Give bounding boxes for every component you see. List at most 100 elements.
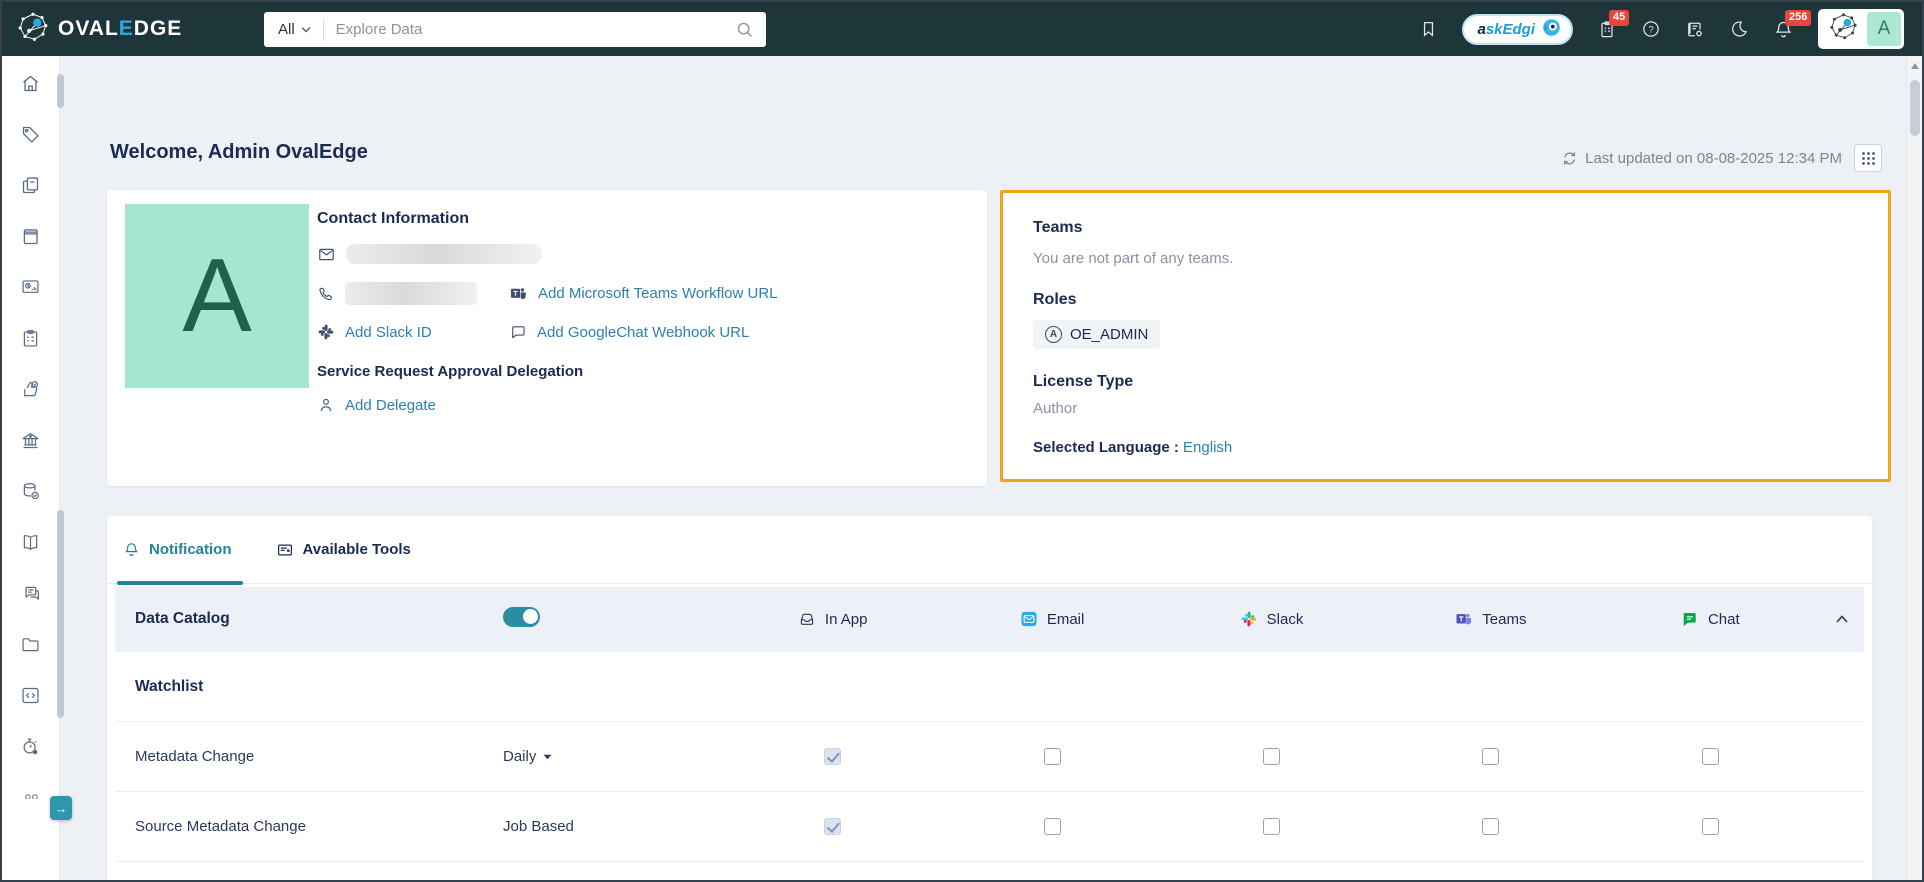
contact-information-title: Contact Information xyxy=(317,210,469,227)
bell-icon xyxy=(125,543,138,556)
sidebar-catalog-icon[interactable] xyxy=(20,226,41,247)
bookmark-icon[interactable] xyxy=(1419,19,1438,39)
in-app-checkbox[interactable] xyxy=(824,748,842,765)
sidebar-tasks-icon[interactable] xyxy=(20,328,41,349)
schedule-label: Job Based xyxy=(503,818,574,835)
google-chat-icon xyxy=(1683,613,1696,626)
sidebar-users-icon[interactable] xyxy=(20,787,41,799)
contact-information-card: A Contact Information Add Microsoft Team… xyxy=(107,190,987,486)
search-scope-dropdown[interactable]: All xyxy=(264,21,323,38)
sidebar-scrollbar-thumb[interactable] xyxy=(57,510,64,718)
sidebar-documents-icon[interactable] xyxy=(20,175,41,196)
sidebar-scrollbar-thumb[interactable] xyxy=(57,74,64,108)
page-header-actions: Last updated on 08-08-2025 12:34 PM xyxy=(1561,144,1882,172)
tools-card-icon xyxy=(277,544,292,555)
selected-language-value[interactable]: English xyxy=(1183,439,1232,456)
sidebar-glossary-icon[interactable] xyxy=(20,532,41,553)
left-sidebar xyxy=(2,56,60,880)
teams-icon xyxy=(1456,613,1472,625)
alerts-badge: 256 xyxy=(1785,9,1812,26)
slack-checkbox[interactable] xyxy=(1262,818,1280,835)
chevron-up-icon xyxy=(1836,615,1848,623)
email-icon xyxy=(1021,611,1037,627)
dark-mode-moon-icon[interactable] xyxy=(1729,19,1749,39)
collapse-section-chevron[interactable] xyxy=(1820,614,1864,624)
refresh-icon[interactable] xyxy=(1561,150,1578,167)
search-input[interactable] xyxy=(323,21,735,38)
inbox-icon xyxy=(800,613,814,625)
release-notes-icon[interactable] xyxy=(1685,19,1705,40)
teams-roles-panel: Teams You are not part of any teams. Rol… xyxy=(1000,190,1891,482)
phone-row xyxy=(317,282,509,305)
page-scrollbar[interactable] xyxy=(1906,56,1922,880)
email-row xyxy=(317,244,967,264)
sidebar-data-quality-icon[interactable] xyxy=(20,481,41,502)
data-catalog-toggle[interactable] xyxy=(503,606,540,627)
sidebar-collaboration-icon[interactable] xyxy=(20,583,41,604)
navbar-actions: askEdgi 45 ? 256 A xyxy=(1419,2,1904,56)
profile-menu[interactable]: A xyxy=(1818,9,1904,49)
license-type-title: License Type xyxy=(1033,373,1134,390)
email-checkbox[interactable] xyxy=(1043,818,1061,835)
notification-settings-card: Notification Available Tools Data Catalo… xyxy=(107,516,1872,880)
user-avatar[interactable]: A xyxy=(1867,12,1901,46)
email-redacted xyxy=(346,244,542,264)
top-navbar: OVALEDGE All askEdgi xyxy=(2,2,1922,56)
add-slack-id-link[interactable]: Add Slack ID xyxy=(345,324,432,341)
column-header-teams: Teams xyxy=(1381,610,1600,628)
mail-icon xyxy=(319,248,334,260)
google-chat-row: Add GoogleChat Webhook URL xyxy=(509,323,967,341)
service-desk-icon[interactable]: 45 xyxy=(1597,9,1630,40)
schedule-dropdown[interactable]: Daily xyxy=(503,748,552,765)
teams-checkbox[interactable] xyxy=(1482,818,1500,835)
chat-checkbox[interactable] xyxy=(1701,748,1719,765)
sidebar-home-icon[interactable] xyxy=(20,73,41,94)
notification-type-label: Source Metadata Change xyxy=(135,818,306,835)
notifications-bell-icon[interactable]: 256 xyxy=(1773,9,1812,40)
sidebar-query-sheet-icon[interactable] xyxy=(20,685,41,706)
add-delegate-link[interactable]: Add Delegate xyxy=(345,397,436,414)
person-icon xyxy=(320,398,332,412)
scroll-up-arrow[interactable] xyxy=(1911,63,1919,69)
roles-title: Roles xyxy=(1033,291,1077,308)
help-icon[interactable]: ? xyxy=(1641,19,1661,39)
teams-title: Teams xyxy=(1033,219,1083,236)
add-teams-workflow-link[interactable]: Add Microsoft Teams Workflow URL xyxy=(538,285,778,302)
section-label: Watchlist xyxy=(135,677,204,695)
sidebar-projects-icon[interactable] xyxy=(20,634,41,655)
ovaledge-mark-icon xyxy=(1828,11,1859,47)
chat-checkbox[interactable] xyxy=(1701,818,1719,835)
sidebar-tags-icon[interactable] xyxy=(20,124,41,145)
sidebar-governance-icon[interactable] xyxy=(20,430,41,451)
apps-grid-button[interactable] xyxy=(1854,144,1882,172)
brand-wordmark: OVALEDGE xyxy=(58,17,183,40)
sidebar-reports-icon[interactable] xyxy=(20,277,41,298)
tab-notification[interactable]: Notification xyxy=(123,516,232,583)
profile-avatar-large: A xyxy=(125,204,309,388)
sidebar-expand-button[interactable]: → xyxy=(50,796,72,820)
teams-checkbox[interactable] xyxy=(1482,748,1500,765)
slack-row: Add Slack ID xyxy=(317,323,509,341)
add-gchat-webhook-link[interactable]: Add GoogleChat Webhook URL xyxy=(537,324,749,341)
ask-edgi-button[interactable]: askEdgi xyxy=(1462,13,1573,45)
tab-available-tools[interactable]: Available Tools xyxy=(276,516,411,583)
sidebar-approvals-icon[interactable] xyxy=(20,379,41,400)
sidebar-scheduler-icon[interactable] xyxy=(20,736,41,757)
scrollbar-thumb[interactable] xyxy=(1910,80,1920,136)
column-header-email: Email xyxy=(942,610,1161,628)
search-icon[interactable] xyxy=(735,20,754,39)
teams-empty-text: You are not part of any teams. xyxy=(1033,250,1234,267)
ovaledge-logo[interactable]: OVALEDGE xyxy=(16,10,182,49)
chat-bubble-icon xyxy=(512,326,525,339)
caret-down-icon xyxy=(543,754,552,759)
edgi-mascot-icon xyxy=(1541,17,1562,41)
delegation-title: Service Request Approval Delegation xyxy=(317,363,584,380)
slack-checkbox[interactable] xyxy=(1262,748,1280,765)
in-app-checkbox[interactable] xyxy=(824,818,842,835)
notification-table: Data Catalog In App Email Slack Teams Ch… xyxy=(115,587,1864,880)
table-row-source-metadata-change: Source Metadata Change Job Based xyxy=(115,791,1864,861)
email-checkbox[interactable] xyxy=(1043,748,1061,765)
app-window: OVALEDGE All askEdgi xyxy=(0,0,1924,882)
role-name: OE_ADMIN xyxy=(1070,326,1149,343)
role-icon: A xyxy=(1045,326,1062,343)
